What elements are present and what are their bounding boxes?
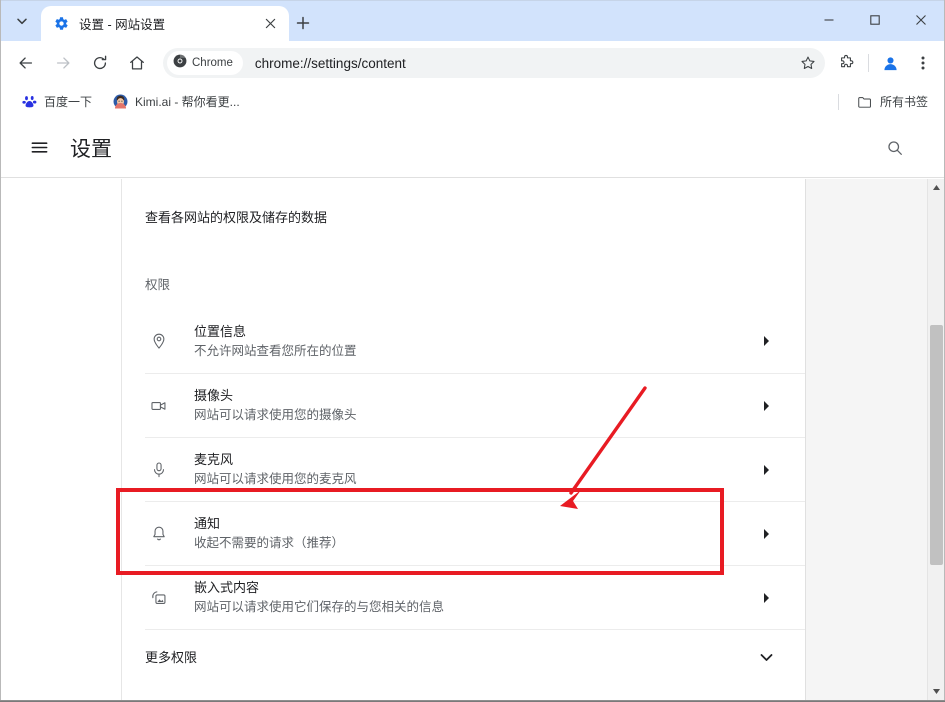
- setting-row-title: 麦克风: [194, 452, 234, 467]
- setting-row-title: 通知: [194, 516, 221, 531]
- home-icon[interactable]: [122, 48, 152, 78]
- camera-icon: [145, 397, 173, 415]
- chrome-chip-label: Chrome: [192, 57, 233, 69]
- settings-sidebar: [1, 179, 122, 700]
- all-bookmarks-label: 所有书签: [879, 95, 928, 109]
- tab-search-icon[interactable]: [7, 6, 37, 36]
- scrollbar-up-arrow-icon[interactable]: [928, 179, 944, 196]
- chevron-right-icon[interactable]: [751, 464, 781, 476]
- all-bookmarks-button[interactable]: 所有书签: [849, 90, 936, 114]
- tab-title: 设置 - 网站设置: [79, 18, 166, 32]
- chevron-down-icon[interactable]: [751, 653, 781, 662]
- page-title: 设置: [70, 137, 112, 161]
- setting-row-text: 麦克风 网站可以请求使用您的麦克风: [194, 450, 751, 489]
- setting-row-subtitle: 网站可以请求使用它们保存的与您相关的信息: [194, 600, 445, 614]
- star-icon[interactable]: [795, 50, 821, 76]
- setting-row-title: 摄像头: [194, 388, 234, 403]
- chrome-logo-icon: [173, 54, 187, 73]
- bell-icon: [145, 525, 173, 543]
- three-dot-menu-icon[interactable]: [908, 48, 938, 78]
- setting-row-camera[interactable]: 摄像头 网站可以请求使用您的摄像头: [145, 373, 805, 437]
- bookmark-item[interactable]: 百度一下: [13, 90, 100, 114]
- settings-header: 设置: [1, 118, 944, 178]
- setting-row-embedded-content[interactable]: 嵌入式内容 网站可以请求使用它们保存的与您相关的信息: [145, 565, 805, 629]
- page-scrollbar[interactable]: [927, 179, 944, 700]
- bookmark-label: 百度一下: [44, 95, 93, 109]
- scrollbar-down-arrow-icon[interactable]: [928, 683, 944, 700]
- kimi-avatar-favicon: [112, 94, 128, 110]
- window-controls: [806, 2, 944, 37]
- reload-icon[interactable]: [85, 48, 115, 78]
- hamburger-menu-icon[interactable]: [25, 134, 53, 162]
- section-intro-text: 查看各网站的权限及储存的数据: [145, 210, 328, 225]
- setting-row-text: 通知 收起不需要的请求（推荐）: [194, 514, 751, 553]
- location-pin-icon: [145, 332, 173, 350]
- setting-row-title: 位置信息: [194, 323, 247, 339]
- setting-row-more-permissions[interactable]: 更多权限: [145, 629, 805, 685]
- more-permissions-label: 更多权限: [145, 650, 198, 665]
- settings-content-area: 查看各网站的权限及储存的数据 权限 位置信息 不允许网站查看您所在的位置 摄像头…: [123, 179, 944, 700]
- setting-row-location[interactable]: 位置信息 不允许网站查看您所在的位置: [145, 309, 805, 373]
- setting-row-notifications[interactable]: 通知 收起不需要的请求（推荐）: [145, 501, 805, 565]
- setting-row-microphone[interactable]: 麦克风 网站可以请求使用您的麦克风: [145, 437, 805, 501]
- tab-close-icon[interactable]: [259, 13, 281, 35]
- setting-row-subtitle: 不允许网站查看您所在的位置: [194, 343, 357, 358]
- browser-window: 设置 - 网站设置 Chrome chrome://settings/conte…: [0, 0, 945, 702]
- address-bar[interactable]: Chrome chrome://settings/content: [163, 48, 825, 78]
- maximize-button[interactable]: [852, 2, 898, 37]
- chevron-right-icon[interactable]: [751, 400, 781, 412]
- bookmarks-divider: [837, 93, 839, 110]
- setting-row-text: 嵌入式内容 网站可以请求使用它们保存的与您相关的信息: [194, 578, 751, 617]
- bookmark-item[interactable]: Kimi.ai - 帮你看更...: [104, 90, 248, 114]
- forward-arrow-icon[interactable]: [48, 48, 78, 78]
- embedded-content-icon: [145, 589, 173, 607]
- chevron-right-icon[interactable]: [751, 335, 781, 347]
- setting-row-title: 嵌入式内容: [194, 580, 260, 595]
- minimize-button[interactable]: [806, 2, 852, 37]
- settings-page-body: 查看各网站的权限及储存的数据 权限 位置信息 不允许网站查看您所在的位置 摄像头…: [1, 179, 944, 700]
- tab-strip: 设置 - 网站设置: [1, 1, 944, 41]
- site-settings-card: 查看各网站的权限及储存的数据 权限 位置信息 不允许网站查看您所在的位置 摄像头…: [123, 179, 806, 700]
- browser-tab[interactable]: 设置 - 网站设置: [41, 6, 289, 41]
- setting-row-subtitle: 收起不需要的请求（推荐）: [194, 536, 345, 550]
- bookmarks-bar: 百度一下 Kimi.ai - 帮你看更... 所有书签: [1, 85, 944, 118]
- url-text: chrome://settings/content: [254, 55, 406, 71]
- setting-row-text: 位置信息 不允许网站查看您所在的位置: [194, 322, 751, 361]
- extensions-puzzle-icon[interactable]: [832, 48, 862, 78]
- browser-toolbar: Chrome chrome://settings/content: [1, 41, 944, 85]
- chevron-right-icon[interactable]: [751, 592, 781, 604]
- chrome-origin-chip: Chrome: [167, 51, 243, 75]
- chevron-right-icon[interactable]: [751, 528, 781, 540]
- setting-row-subtitle: 网站可以请求使用您的摄像头: [194, 408, 357, 422]
- close-window-button[interactable]: [898, 2, 944, 37]
- setting-row-text: 摄像头 网站可以请求使用您的摄像头: [194, 386, 751, 425]
- search-icon[interactable]: [880, 133, 910, 163]
- gear-icon: [53, 16, 69, 32]
- toolbar-divider: [868, 54, 869, 72]
- new-tab-button[interactable]: [289, 9, 317, 37]
- bookmark-label: Kimi.ai - 帮你看更...: [135, 95, 240, 109]
- setting-row-subtitle: 网站可以请求使用您的麦克风: [194, 472, 357, 486]
- back-arrow-icon[interactable]: [11, 48, 41, 78]
- folder-icon: [857, 94, 873, 110]
- profile-avatar-icon[interactable]: [875, 48, 905, 78]
- microphone-icon: [145, 461, 173, 479]
- permissions-section-label: 权限: [145, 278, 171, 292]
- baidu-paw-favicon: [21, 94, 37, 110]
- scrollbar-thumb[interactable]: [930, 325, 943, 565]
